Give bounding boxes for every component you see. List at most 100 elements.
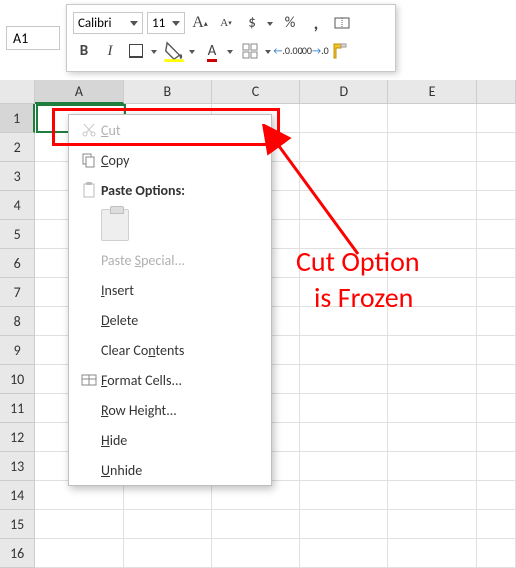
cell[interactable]	[300, 452, 388, 481]
row-header[interactable]: 4	[0, 191, 35, 220]
cell[interactable]	[477, 510, 516, 539]
row-header[interactable]: 11	[0, 394, 35, 423]
format-painter-button[interactable]	[329, 40, 351, 62]
italic-button[interactable]: I	[99, 40, 121, 62]
col-header-D[interactable]: D	[300, 80, 388, 104]
row-header[interactable]: 13	[0, 452, 35, 481]
cell[interactable]	[477, 220, 516, 249]
cell[interactable]	[388, 336, 476, 365]
increase-decimal-button[interactable]: ←.0.00	[277, 40, 299, 62]
cell[interactable]	[388, 394, 476, 423]
cell[interactable]	[477, 423, 516, 452]
cell[interactable]	[477, 481, 516, 510]
cell[interactable]	[300, 394, 388, 423]
cell[interactable]	[212, 510, 300, 539]
cell[interactable]	[124, 510, 212, 539]
cell[interactable]	[477, 365, 516, 394]
cell[interactable]	[300, 336, 388, 365]
menu-insert[interactable]: Insert	[69, 275, 271, 305]
merge-center-icon[interactable]	[331, 12, 353, 34]
cell[interactable]	[124, 539, 212, 568]
row-header[interactable]: 15	[0, 510, 35, 539]
cell[interactable]	[477, 452, 516, 481]
cell[interactable]	[477, 539, 516, 568]
cell[interactable]	[300, 365, 388, 394]
cell[interactable]	[477, 336, 516, 365]
menu-copy[interactable]: Copy	[69, 145, 271, 175]
cell[interactable]	[388, 452, 476, 481]
font-size-selector[interactable]: 11	[147, 12, 185, 34]
font-selector[interactable]: Calibri	[73, 12, 143, 34]
comma-format-button[interactable]: ,	[305, 12, 327, 34]
cell[interactable]	[300, 104, 388, 133]
row-header[interactable]: 12	[0, 423, 35, 452]
cell[interactable]	[388, 191, 476, 220]
row-header[interactable]: 6	[0, 249, 35, 278]
menu-delete[interactable]: Delete	[69, 305, 271, 335]
borders-menu-icon[interactable]	[239, 40, 261, 62]
menu-hide[interactable]: Hide	[69, 425, 271, 455]
cell[interactable]	[388, 162, 476, 191]
col-header-F[interactable]	[477, 80, 516, 104]
cell[interactable]	[388, 423, 476, 452]
menu-unhide[interactable]: Unhide	[69, 455, 271, 485]
cell[interactable]	[477, 191, 516, 220]
cell[interactable]	[477, 278, 516, 307]
percent-format-button[interactable]: %	[279, 12, 301, 34]
bold-button[interactable]: B	[73, 40, 95, 62]
font-color-button[interactable]: A	[201, 40, 223, 62]
chevron-down-icon[interactable]	[189, 48, 197, 54]
chevron-down-icon[interactable]	[151, 48, 159, 54]
cell[interactable]	[477, 133, 516, 162]
cell[interactable]	[388, 481, 476, 510]
row-header[interactable]: 7	[0, 278, 35, 307]
borders-button[interactable]	[125, 40, 147, 62]
cell[interactable]	[300, 133, 388, 162]
cell[interactable]	[35, 510, 123, 539]
decrease-font-icon[interactable]: A▾	[215, 12, 237, 34]
col-header-C[interactable]: C	[212, 80, 300, 104]
cell[interactable]	[35, 539, 123, 568]
cell[interactable]	[477, 162, 516, 191]
col-header-B[interactable]: B	[124, 80, 212, 104]
chevron-down-icon[interactable]	[227, 48, 235, 54]
row-header[interactable]: 3	[0, 162, 35, 191]
menu-clear-contents[interactable]: Clear Contents	[69, 335, 271, 365]
select-all-corner[interactable]	[0, 80, 35, 104]
cell[interactable]	[388, 510, 476, 539]
row-header[interactable]: 14	[0, 481, 35, 510]
cell[interactable]	[388, 133, 476, 162]
col-header-A[interactable]: A	[35, 80, 123, 104]
chevron-down-icon[interactable]	[267, 20, 275, 26]
cell[interactable]	[300, 162, 388, 191]
cell[interactable]	[212, 539, 300, 568]
cell[interactable]	[477, 394, 516, 423]
cell[interactable]	[300, 481, 388, 510]
col-header-E[interactable]: E	[388, 80, 476, 104]
cell[interactable]	[477, 104, 516, 133]
row-header[interactable]: 1	[0, 104, 35, 133]
cell[interactable]	[477, 307, 516, 336]
row-header[interactable]: 9	[0, 336, 35, 365]
row-header[interactable]: 16	[0, 539, 35, 568]
fill-color-button[interactable]	[163, 40, 185, 62]
row-header[interactable]: 2	[0, 133, 35, 162]
cell[interactable]	[300, 510, 388, 539]
cell[interactable]	[300, 539, 388, 568]
increase-font-icon[interactable]: A▴	[189, 12, 211, 34]
row-header[interactable]: 10	[0, 365, 35, 394]
decrease-decimal-button[interactable]: .00→.0	[303, 40, 325, 62]
menu-row-height[interactable]: Row Height...	[69, 395, 271, 425]
row-header[interactable]: 5	[0, 220, 35, 249]
chevron-down-icon[interactable]	[265, 48, 273, 54]
name-box[interactable]: A1	[6, 26, 60, 50]
cell[interactable]	[388, 365, 476, 394]
cell[interactable]	[388, 539, 476, 568]
cell[interactable]	[300, 423, 388, 452]
row-header[interactable]: 8	[0, 307, 35, 336]
cell[interactable]	[300, 191, 388, 220]
menu-format-cells[interactable]: Format Cells...	[69, 365, 271, 395]
currency-format-button[interactable]: $	[241, 12, 263, 34]
cell[interactable]	[477, 249, 516, 278]
cell[interactable]	[388, 104, 476, 133]
